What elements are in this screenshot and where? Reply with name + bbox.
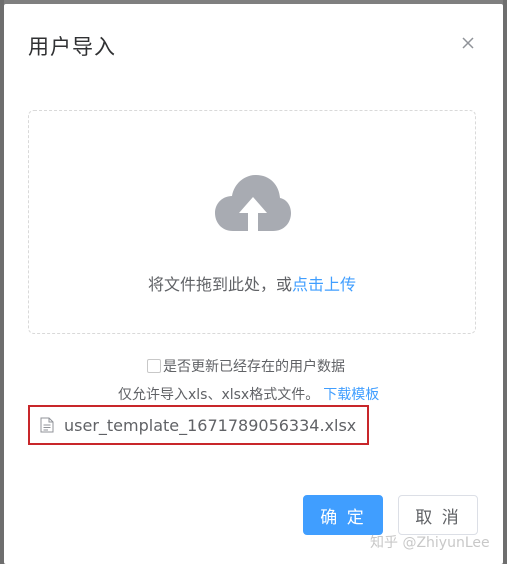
update-existing-label: 是否更新已经存在的用户数据 [163,359,345,375]
tip-text: 仅允许导入xls、xlsx格式文件。 [118,387,320,403]
update-existing-checkbox[interactable] [147,359,161,373]
import-dialog: 用户导入 将文件拖到此处，或点击上传 是否更新已经存在的用户数据 仅允许导入xl… [4,4,503,564]
cancel-button[interactable]: 取 消 [398,495,478,535]
close-icon[interactable] [457,32,479,54]
click-upload-link[interactable]: 点击上传 [292,275,356,294]
file-name: user_template_1671789056334.xlsx [64,415,357,435]
dialog-title: 用户导入 [28,35,116,59]
confirm-button[interactable]: 确 定 [303,495,383,535]
uploaded-file-item[interactable]: user_template_1671789056334.xlsx [28,405,369,445]
drop-text: 将文件拖到此处，或 [147,275,292,294]
upload-tip: 仅允许导入xls、xlsx格式文件。 下载模板 [118,384,379,404]
download-template-link[interactable]: 下载模板 [323,387,379,403]
drop-instructions: 将文件拖到此处，或点击上传 [29,271,475,295]
update-existing-row: 是否更新已经存在的用户数据 [147,356,345,376]
watermark: 知乎 @ZhiyunLee [370,535,490,551]
cloud-upload-icon [215,175,291,235]
upload-dropzone[interactable]: 将文件拖到此处，或点击上传 [28,110,476,334]
document-icon [40,417,54,433]
backdrop-right [503,0,507,564]
